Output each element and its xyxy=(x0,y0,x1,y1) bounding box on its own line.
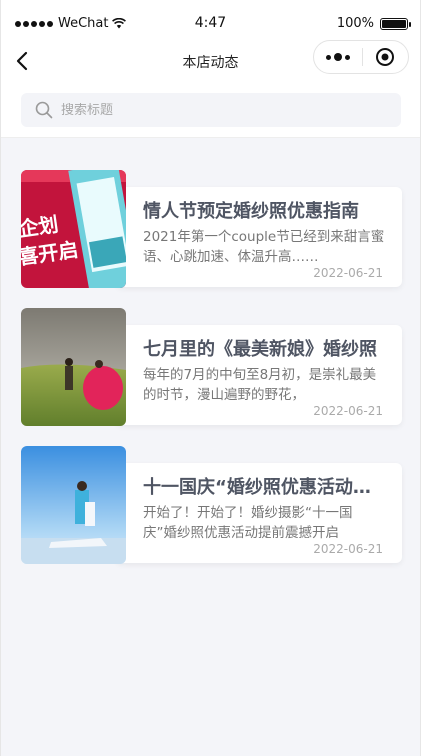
article-thumbnail xyxy=(21,446,126,564)
search-area xyxy=(1,82,420,138)
close-button[interactable] xyxy=(362,41,408,73)
article-list: 企划 喜开启 情人节预定婚纱照优惠指南 2021年第一个couple节已经到来甜… xyxy=(21,170,402,584)
battery-status: 100% xyxy=(336,16,411,31)
more-dot-icon xyxy=(344,54,350,60)
article-title: 情人节预定婚纱照优惠指南 xyxy=(143,201,359,222)
article-date: 2022-06-21 xyxy=(309,542,383,556)
search-icon xyxy=(35,101,53,119)
article-title: 七月里的《最美新娘》婚纱照 xyxy=(143,339,377,360)
search-box[interactable] xyxy=(21,93,401,127)
article-title: 十一国庆“婚纱照优惠活动提前 xyxy=(143,477,386,498)
article-date: 2022-06-21 xyxy=(309,404,383,418)
article-summary: 每年的7月的中旬至8月初，是崇礼最美的时节，漫山遍野的野花， xyxy=(143,367,377,403)
mini-program-capsule xyxy=(313,40,409,74)
target-close-icon xyxy=(376,48,395,66)
search-input[interactable] xyxy=(61,102,361,118)
article-thumbnail: 企划 喜开启 xyxy=(21,170,126,288)
more-dot-icon xyxy=(325,54,331,60)
article-date: 2022-06-21 xyxy=(309,266,383,280)
article-card[interactable]: 七月里的《最美新娘》婚纱照 每年的7月的中旬至8月初，是崇礼最美的时节，漫山遍野… xyxy=(21,308,402,428)
article-card[interactable]: 企划 喜开启 情人节预定婚纱照优惠指南 2021年第一个couple节已经到来甜… xyxy=(21,170,402,290)
navigation-bar: 本店动态 xyxy=(1,40,420,82)
battery-icon xyxy=(380,17,411,30)
article-thumbnail xyxy=(21,308,126,426)
article-summary: 开始了！开始了！婚纱摄影“十一国庆”婚纱照优惠活动提前震撼开启 xyxy=(143,505,353,541)
article-summary: 2021年第一个couple节已经到来甜言蜜语、心跳加速、体温升高…… xyxy=(143,229,385,265)
more-button[interactable] xyxy=(314,41,362,73)
battery-percent: 100% xyxy=(336,16,374,31)
phone-screen: WeChat 4:47 100% 本店动态 搜索标题 企划 喜开启 情人节预定婚… xyxy=(0,0,421,756)
article-card[interactable]: 十一国庆“婚纱照优惠活动提前 开始了！开始了！婚纱摄影“十一国庆”婚纱照优惠活动… xyxy=(21,446,402,566)
more-dot-icon xyxy=(333,53,342,61)
